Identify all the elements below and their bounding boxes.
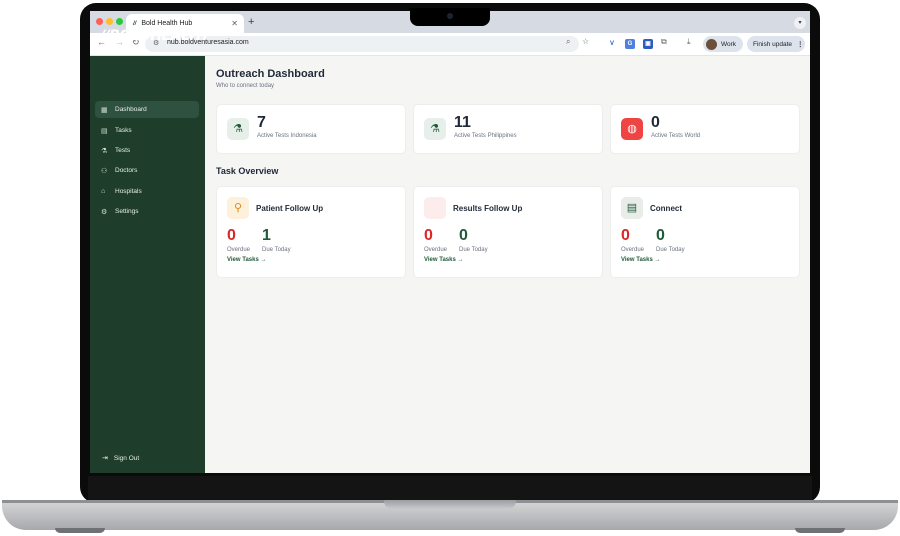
stat-label: Active Tests World xyxy=(651,133,701,139)
avatar xyxy=(706,38,717,50)
view-tasks-link[interactable]: View Tasks → xyxy=(621,257,660,263)
results-icon xyxy=(424,197,446,219)
due-today-count: 0 xyxy=(656,227,665,244)
sidebar xyxy=(90,56,205,473)
sidebar-item-label: Tasks xyxy=(115,127,132,134)
clipboard-icon: ▤ xyxy=(621,197,643,219)
overdue-count: 0 xyxy=(227,227,236,244)
translate-extension-icon[interactable]: G xyxy=(625,39,635,49)
extension-v-icon[interactable]: V xyxy=(607,39,617,49)
overdue-count: 0 xyxy=(621,227,630,244)
profile-button[interactable]: Work xyxy=(703,36,743,52)
extension-blue-icon[interactable]: ▣ xyxy=(643,39,653,49)
trackpad-groove xyxy=(384,500,516,509)
view-tasks-link[interactable]: View Tasks → xyxy=(424,257,463,263)
sidebar-item-hospitals[interactable]: ⌂ Hospitals xyxy=(95,183,199,200)
stat-value: 7 xyxy=(257,114,266,131)
new-tab-button[interactable]: + xyxy=(248,16,254,28)
sidebar-item-label: Settings xyxy=(115,208,139,215)
zoom-icon[interactable]: ⌕ xyxy=(566,37,570,47)
tab-favicon-icon: // xyxy=(133,20,137,27)
sidebar-item-label: Tests xyxy=(115,147,131,154)
stat-value: 0 xyxy=(651,114,660,131)
close-window-button[interactable] xyxy=(96,18,103,25)
overdue-label: Overdue xyxy=(424,247,448,253)
sidebar-item-tests[interactable]: ⚗ Tests xyxy=(95,142,199,159)
laptop-foot-left xyxy=(55,528,105,533)
due-today-label: Due Today xyxy=(656,247,685,253)
hospital-icon: ⌂ xyxy=(101,188,106,195)
download-icon[interactable]: ⤓ xyxy=(687,37,691,47)
sidebar-item-doctors[interactable]: ⚇ Doctors xyxy=(95,162,199,179)
sidebar-item-tasks[interactable]: ▤ Tasks xyxy=(95,122,199,139)
sign-out-label: Sign Out xyxy=(113,454,140,462)
overdue-label: Overdue xyxy=(227,247,251,253)
page-title: Outreach Dashboard xyxy=(216,68,325,80)
page-subtitle: Who to connect today xyxy=(216,83,275,89)
finish-update-button[interactable]: Finish update ⋮ xyxy=(747,36,805,52)
view-tasks-link[interactable]: View Tasks → xyxy=(227,257,266,263)
users-icon: ⚇ xyxy=(101,167,108,175)
logout-icon: ⇥ xyxy=(102,455,108,462)
bold-health-logo[interactable]: //BOLDHEALTH xyxy=(100,28,208,44)
due-today-count: 1 xyxy=(262,227,271,244)
stat-label: Active Tests Philippines xyxy=(454,133,517,139)
bookmark-star-icon[interactable]: ☆ xyxy=(582,37,589,46)
globe-icon: ◍ xyxy=(621,118,643,140)
overdue-count: 0 xyxy=(424,227,433,244)
section-title: Task Overview xyxy=(216,166,279,176)
maximize-window-button[interactable] xyxy=(116,18,123,25)
camera-icon xyxy=(447,13,453,19)
extensions-puzzle-icon[interactable]: ⧉ xyxy=(661,37,667,47)
minimize-window-button[interactable] xyxy=(106,18,113,25)
tab-search-button[interactable]: ▾ xyxy=(794,17,806,29)
update-label: Finish update xyxy=(753,40,793,48)
sidebar-item-label: Dashboard xyxy=(115,106,147,113)
task-card-title: Patient Follow Up xyxy=(256,204,324,213)
user-check-icon: ⚲ xyxy=(227,197,249,219)
tab-title: Bold Health Hub xyxy=(141,20,193,27)
flask-icon: ⚗ xyxy=(227,118,249,140)
sidebar-item-label: Doctors xyxy=(115,167,138,174)
stat-label: Active Tests Indonesia xyxy=(257,133,317,139)
flask-icon: ⚗ xyxy=(424,118,446,140)
grid-icon: ▦ xyxy=(101,106,108,114)
due-today-label: Due Today xyxy=(262,247,291,253)
sidebar-item-label: Hospitals xyxy=(115,188,142,195)
laptop-foot-right xyxy=(795,528,845,533)
task-card-title: Connect xyxy=(650,204,682,213)
profile-label: Work xyxy=(721,40,737,48)
overdue-label: Overdue xyxy=(621,247,645,253)
sidebar-item-settings[interactable]: ⚙ Settings xyxy=(95,203,199,220)
gear-icon: ⚙ xyxy=(101,208,108,216)
sidebar-item-dashboard[interactable]: ▦ Dashboard xyxy=(95,101,199,118)
stat-value: 11 xyxy=(454,114,471,131)
sign-out-button[interactable]: ⇥ Sign Out xyxy=(102,454,140,463)
due-today-count: 0 xyxy=(459,227,468,244)
tab-close-icon[interactable]: ✕ xyxy=(231,19,238,28)
flask-icon: ⚗ xyxy=(101,147,108,155)
clipboard-icon: ▤ xyxy=(101,127,108,135)
laptop-chin xyxy=(88,476,812,500)
screen: // Bold Health Hub ✕ + ▾ ← → ↻ ⚙ hub.bol… xyxy=(90,11,810,473)
due-today-label: Due Today xyxy=(459,247,488,253)
more-menu-icon[interactable]: ⋮ xyxy=(797,40,804,48)
task-card-title: Results Follow Up xyxy=(453,204,523,213)
